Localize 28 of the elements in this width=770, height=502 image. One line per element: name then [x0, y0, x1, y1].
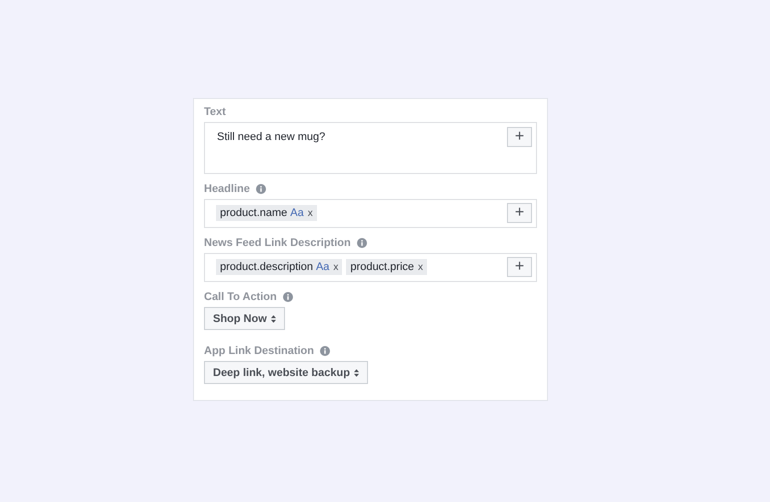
format-toggle[interactable]: Aa: [290, 207, 304, 219]
caret-icon: [354, 368, 359, 376]
dropdown-button[interactable]: Deep link, website backup: [204, 361, 368, 384]
text-field[interactable]: Still need a new mug? +: [204, 122, 537, 174]
info-icon[interactable]: [282, 292, 293, 302]
field-label: Call To Action: [204, 291, 277, 303]
tag-label: product.description: [220, 261, 313, 273]
tag-field[interactable]: product.description Aa x product.price x +: [204, 253, 537, 282]
add-button[interactable]: +: [507, 127, 532, 147]
dropdown-button[interactable]: Shop Now: [204, 307, 285, 330]
text-value: Still need a new mug?: [217, 131, 326, 143]
add-button[interactable]: +: [507, 203, 532, 223]
tag-label: product.name: [220, 207, 288, 219]
remove-tag[interactable]: x: [333, 262, 338, 272]
field-label: Headline: [204, 183, 250, 195]
tag-label: product.price: [350, 261, 414, 273]
tag-field[interactable]: product.name Aa x +: [204, 199, 537, 228]
remove-tag[interactable]: x: [418, 262, 424, 272]
field-label: Text: [204, 106, 226, 118]
caret-icon: [270, 314, 276, 322]
info-icon[interactable]: [256, 184, 266, 194]
add-button[interactable]: +: [507, 257, 532, 277]
remove-tag[interactable]: x: [308, 208, 313, 218]
field-label: News Feed Link Description: [204, 237, 351, 249]
format-toggle[interactable]: Aa: [316, 261, 330, 273]
field-label: App Link Destination: [204, 345, 314, 357]
info-icon[interactable]: [356, 238, 367, 248]
info-icon[interactable]: [320, 346, 330, 356]
